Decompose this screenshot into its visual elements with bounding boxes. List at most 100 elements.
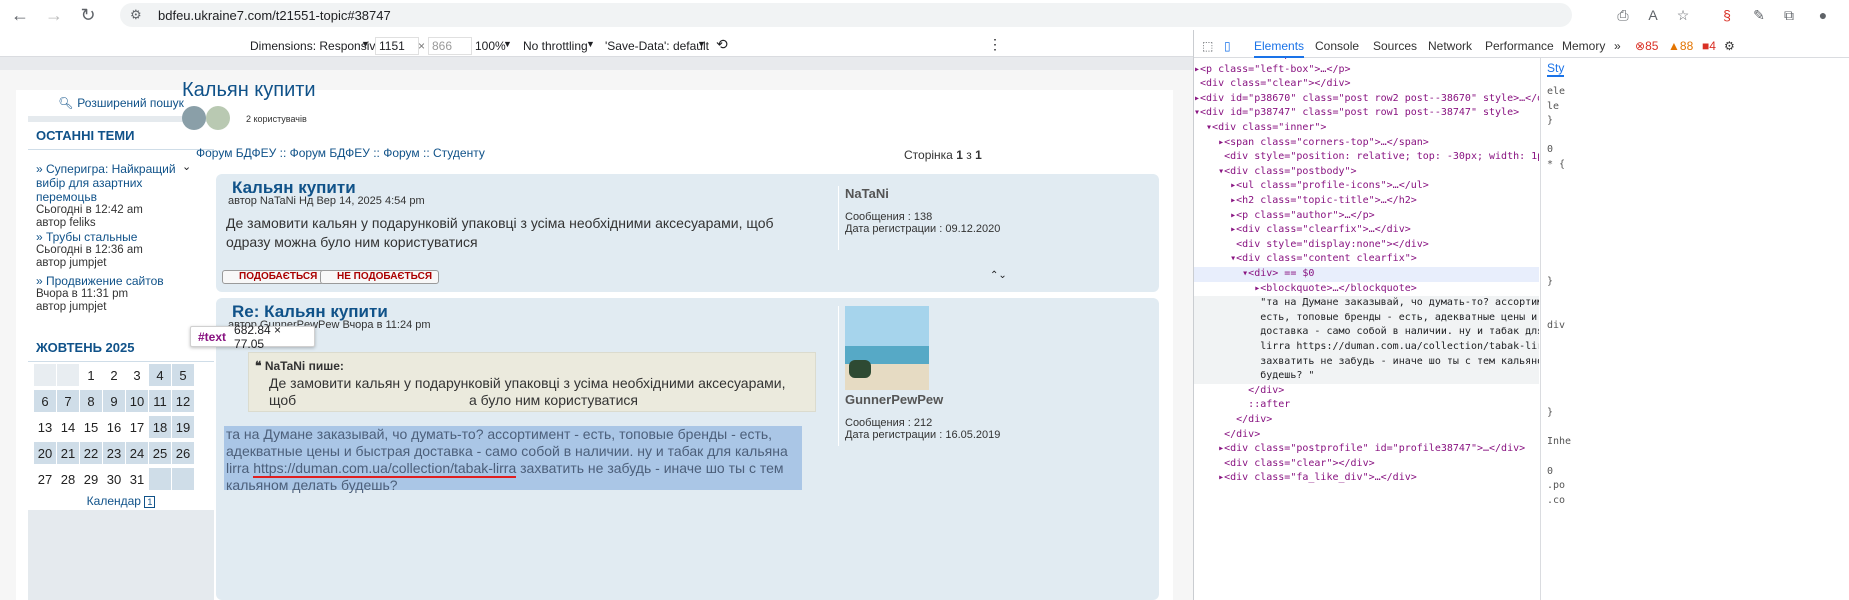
zoom-select[interactable]: 100% <box>475 39 506 53</box>
dom-node-line[interactable]: ▾<div class="postbody"> <box>1194 165 1539 180</box>
tab-performance[interactable]: Performance <box>1485 39 1554 53</box>
like-button[interactable]: ПОДОБАЄТЬСЯ <box>222 270 325 284</box>
calendar-day[interactable]: 27 <box>34 468 56 490</box>
avatar[interactable] <box>206 106 230 130</box>
address-bar[interactable]: ⚙ bdfeu.ukraine7.com/t21551-topic#38747 <box>120 3 1572 27</box>
forward-icon[interactable]: → <box>40 1 68 29</box>
calendar-day[interactable]: 29 <box>80 468 102 490</box>
calendar-link[interactable]: Календар 1 <box>28 494 214 508</box>
calendar-day[interactable]: 28 <box>57 468 79 490</box>
dom-node-line[interactable]: <div class="clear"></div> <box>1194 457 1539 472</box>
warning-count[interactable]: ▲88 <box>1668 39 1693 53</box>
dom-node-line[interactable]: ▸<div class="clearfix">…</div> <box>1194 223 1539 238</box>
throttling-select[interactable]: No throttling <box>523 39 588 53</box>
calendar-day[interactable]: 22 <box>80 442 102 464</box>
profile-name[interactable]: NaTaNi <box>845 186 1000 201</box>
profile-name[interactable]: GunnerPewPew <box>845 392 1000 407</box>
calendar-day[interactable]: 5 <box>172 364 194 386</box>
calendar-day[interactable]: 13 <box>34 416 56 438</box>
dom-node-line[interactable]: </div> <box>1194 428 1539 443</box>
tab-console[interactable]: Console <box>1315 39 1359 53</box>
height-input[interactable]: 866 <box>428 37 472 55</box>
recent-topic-title[interactable]: » Трубы стальные <box>28 230 214 244</box>
rotate-icon[interactable]: ⟲ <box>716 36 728 53</box>
dom-node-line[interactable]: ▸<ul class="profile-icons">…</ul> <box>1194 179 1539 194</box>
dom-node-line[interactable]: ▸<div id="p38670" class="post row2 post-… <box>1194 92 1539 107</box>
dom-node-line[interactable]: доставка - само собой в наличии. ну и та… <box>1194 325 1539 340</box>
calendar-day[interactable]: 8 <box>80 390 102 412</box>
calendar-day[interactable]: 18 <box>149 416 171 438</box>
issues-count[interactable]: ■4 <box>1702 39 1716 53</box>
profile-icon[interactable]: ● <box>1812 4 1834 26</box>
calendar-day[interactable]: 15 <box>80 416 102 438</box>
calendar-day[interactable]: 2 <box>103 364 125 386</box>
dom-node-line[interactable]: ::after <box>1194 398 1539 413</box>
dom-node-line[interactable]: ▾<div id="p38747" class="post row1 post-… <box>1194 106 1539 121</box>
device-toggle-icon[interactable]: ▯ <box>1224 39 1231 53</box>
calendar-day[interactable]: 17 <box>126 416 148 438</box>
reload-icon[interactable]: ↻ <box>74 1 102 29</box>
dom-node-line[interactable]: "та на Думане заказывай, чо думать-то? а… <box>1194 296 1539 311</box>
site-info-icon[interactable]: ⚙ <box>130 7 150 23</box>
dom-node-line[interactable]: ▾<div> == $0 <box>1194 267 1539 282</box>
tab-network[interactable]: Network <box>1428 39 1472 53</box>
recent-topic-title[interactable]: » Продвижение сайтов <box>28 274 214 288</box>
settings-gear-icon[interactable]: ⚙ <box>1724 39 1735 53</box>
calendar-day[interactable]: 4 <box>149 364 171 386</box>
breadcrumb[interactable]: Форум БДФЕУ :: Форум БДФЕУ :: Форум :: С… <box>196 146 485 160</box>
dom-node-line[interactable]: </div> <box>1194 384 1539 399</box>
width-input[interactable]: 1151 <box>375 37 419 55</box>
calendar-day[interactable]: 16 <box>103 416 125 438</box>
error-count[interactable]: ⊗85 <box>1635 39 1658 53</box>
calendar-day[interactable]: 14 <box>57 416 79 438</box>
calendar-day[interactable]: 12 <box>172 390 194 412</box>
dom-node-line[interactable]: ▸<blockquote>…</blockquote> <box>1194 282 1539 297</box>
dom-node-line[interactable]: <div style="position: relative; top: -30… <box>1194 150 1539 165</box>
dom-node-line[interactable]: ▸<span class="corners-top">…</span> <box>1194 136 1539 151</box>
dom-node-line[interactable]: ▸<p class="author">…</p> <box>1194 209 1539 224</box>
dom-node-line[interactable]: есть, топовые бренды - есть, адекватные … <box>1194 310 1539 326</box>
dom-node-line[interactable]: ▸<div class="postprofile" id="profile387… <box>1194 442 1539 457</box>
tab-more[interactable]: » <box>1614 39 1621 53</box>
translate-icon[interactable]: A <box>1642 4 1664 26</box>
recent-topic-author[interactable]: автор feliks <box>28 217 214 230</box>
dom-node-line[interactable]: lirra https://duman.com.ua/collection/ta… <box>1194 340 1539 355</box>
calendar-day[interactable]: 19 <box>172 416 194 438</box>
calendar-day[interactable]: 10 <box>126 390 148 412</box>
save-data-select[interactable]: 'Save-Data': default <box>605 39 709 53</box>
collapse-toggle-icon[interactable]: ⌃⌄ <box>990 270 1007 281</box>
calendar-day[interactable]: 20 <box>34 442 56 464</box>
calendar-day[interactable]: 1 <box>80 364 102 386</box>
profile-avatar[interactable] <box>845 306 929 390</box>
calendar-day[interactable]: 9 <box>103 390 125 412</box>
dom-node-line[interactable]: ▸<div class="fa_like_div">…</div> <box>1194 471 1539 486</box>
brush-icon[interactable]: ✎ <box>1748 4 1770 26</box>
dom-node-line[interactable]: ▸<p class="left-box">…</p> <box>1194 63 1539 78</box>
calendar-day[interactable]: 30 <box>103 468 125 490</box>
calendar-day[interactable]: 3 <box>126 364 148 386</box>
recent-topic-item[interactable]: » Продвижение сайтов Вчора в 11:31 pm ав… <box>28 274 214 314</box>
recent-topic-author[interactable]: автор jumpjet <box>28 301 214 314</box>
post-content-link[interactable]: https://duman.com.ua/collection/tabak-li… <box>253 460 517 478</box>
back-icon[interactable]: ← <box>6 1 34 29</box>
inspect-element-icon[interactable]: ⬚ <box>1202 39 1213 53</box>
tab-elements[interactable]: Elements <box>1254 39 1305 58</box>
dom-node-line[interactable]: захватить не забудь - иначе шо ты с тем … <box>1194 354 1539 370</box>
dom-node-line[interactable]: ▾<div class="content clearfix"> <box>1194 252 1539 267</box>
recent-topic-item[interactable]: » Трубы стальные Сьогодні в 12:36 am авт… <box>28 230 214 270</box>
dom-node-line[interactable]: ▾<div class="inner"> <box>1194 121 1539 136</box>
bookmark-star-icon[interactable]: ☆ <box>1672 4 1694 26</box>
calendar-day[interactable]: 25 <box>149 442 171 464</box>
dislike-button[interactable]: НЕ ПОДОБАЄТЬСЯ <box>320 270 440 284</box>
calendar-day[interactable]: 21 <box>57 442 79 464</box>
tab-sources[interactable]: Sources <box>1373 39 1417 53</box>
dom-node-line[interactable]: ▸<h2 class="topic-title">…</h2> <box>1194 194 1539 209</box>
calendar-day[interactable]: 23 <box>103 442 125 464</box>
recent-topic-author[interactable]: автор jumpjet <box>28 257 214 270</box>
dom-node-line[interactable]: будешь? " <box>1194 369 1539 384</box>
calendar-day[interactable]: 11 <box>149 390 171 412</box>
tab-memory[interactable]: Memory <box>1562 39 1605 53</box>
install-icon[interactable]: ⎙ <box>1612 4 1634 26</box>
dom-node-line[interactable]: <div class="clear"></div> <box>1194 77 1539 92</box>
dom-node-line[interactable]: </div> <box>1194 413 1539 428</box>
